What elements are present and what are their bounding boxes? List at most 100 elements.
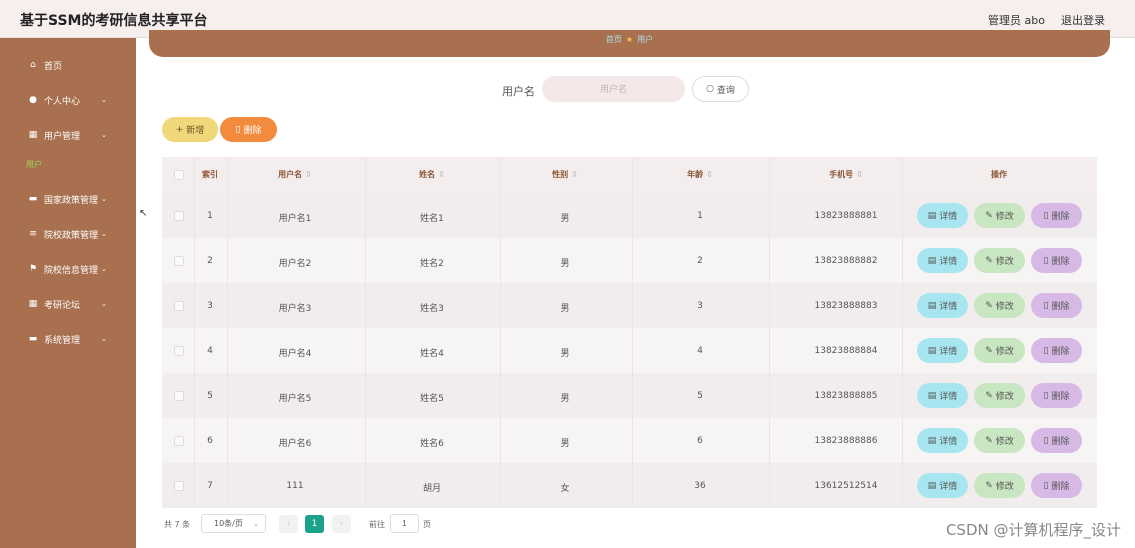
delete-button[interactable]: ▯ 删除 <box>1031 338 1082 363</box>
delete-button[interactable]: ▯ 删除 <box>1031 248 1082 273</box>
sidebar-item-0[interactable]: ⌂ 首页 <box>0 53 136 77</box>
search-input[interactable] <box>542 76 685 102</box>
detail-button[interactable]: ▤ 详情 <box>917 338 968 363</box>
column-header[interactable]: 索引 <box>202 169 218 180</box>
detail-icon: ▤ <box>927 435 937 446</box>
column-header[interactable]: 年龄 ⇕ <box>687 169 713 180</box>
cell-index: 4 <box>207 346 213 356</box>
column-header[interactable]: 操作 <box>991 169 1007 180</box>
doc-icon: ▬ <box>28 194 38 204</box>
edit-icon: ✎ <box>985 480 993 491</box>
edit-button[interactable]: ✎ 修改 <box>974 293 1025 318</box>
sidebar-item-label: 考研论坛 <box>44 300 81 311</box>
edit-button[interactable]: ✎ 修改 <box>974 473 1025 498</box>
breadcrumb-current: 用户 <box>637 35 654 44</box>
detail-button-label: 详情 <box>939 212 958 222</box>
breadcrumb: 首页 ★ 用户 <box>149 34 1110 45</box>
row-checkbox[interactable] <box>174 256 184 266</box>
delete-button[interactable]: ▯ 删除 <box>1031 428 1082 453</box>
cell-phone: 13823888886 <box>814 436 878 446</box>
cell-phone: 13823888881 <box>814 211 878 221</box>
sidebar-item-2[interactable]: ▦ 用户管理 ⌄ <box>0 123 136 147</box>
goto-page-input[interactable] <box>390 514 419 533</box>
column-header[interactable]: 姓名 ⇕ <box>419 169 445 180</box>
current-user[interactable]: 管理员 abo <box>988 12 1045 28</box>
search-label: 用户名 <box>502 85 535 98</box>
user-table: 索引 用户名 ⇕ 姓名 ⇕ 性别 ⇕ 年龄 ⇕ 手机号 ⇕ 操作 1 用户名1 姓名1 男 1 13823888… <box>162 157 1097 508</box>
star-icon: ★ <box>625 35 634 44</box>
app-title: 基于SSM的考研信息共享平台 <box>20 13 208 29</box>
row-checkbox[interactable] <box>174 481 184 491</box>
trash-icon: ▯ <box>235 124 241 135</box>
delete-button[interactable]: ▯ 删除 <box>1031 473 1082 498</box>
sort-icon[interactable]: ⇕ <box>706 170 713 179</box>
current-page[interactable]: 1 <box>305 515 324 533</box>
sort-icon[interactable]: ⇕ <box>305 170 312 179</box>
page-size-select[interactable]: 10条/页 ⌄ <box>201 514 266 533</box>
prev-page-button[interactable]: ‹ <box>279 515 298 533</box>
row-checkbox[interactable] <box>174 346 184 356</box>
detail-button[interactable]: ▤ 详情 <box>917 248 968 273</box>
sidebar-subitem-users[interactable]: 用户 <box>26 159 42 170</box>
cell-index: 6 <box>207 436 213 446</box>
column-header[interactable]: 手机号 ⇕ <box>829 169 863 180</box>
add-button-label: 新增 <box>186 126 205 136</box>
search-button[interactable]: ○ 查询 <box>692 76 749 102</box>
add-button[interactable]: + 新增 <box>162 117 218 142</box>
next-page-button[interactable]: › <box>332 515 351 533</box>
batch-delete-button[interactable]: ▯ 删除 <box>220 117 277 142</box>
edit-button-label: 修改 <box>995 212 1014 222</box>
edit-button-label: 修改 <box>995 482 1014 492</box>
row-checkbox[interactable] <box>174 436 184 446</box>
edit-button[interactable]: ✎ 修改 <box>974 338 1025 363</box>
table-row: 5 用户名5 姓名5 男 5 13823888885 ▤ 详情 ✎ 修改 ▯ 删除 <box>162 373 1097 418</box>
row-checkbox[interactable] <box>174 391 184 401</box>
column-divider <box>769 157 770 507</box>
sidebar-item-5[interactable]: ⚑ 院校信息管理 ⌄ <box>0 257 136 281</box>
cell-name: 姓名5 <box>420 394 444 404</box>
sidebar-item-7[interactable]: ▬ 系统管理 ⌄ <box>0 327 136 351</box>
sidebar-item-3[interactable]: ▬ 国家政策管理 ⌄ <box>0 187 136 211</box>
delete-button-label: 删除 <box>1051 392 1070 402</box>
cell-age: 5 <box>697 391 703 401</box>
column-divider <box>194 157 195 507</box>
sidebar-item-1[interactable]: ● 个人中心 ⌄ <box>0 88 136 112</box>
cell-gender: 男 <box>560 349 570 359</box>
detail-button[interactable]: ▤ 详情 <box>917 473 968 498</box>
sort-icon[interactable]: ⇕ <box>438 170 445 179</box>
chevron-down-icon: ⌄ <box>101 300 107 308</box>
cell-name: 姓名2 <box>420 259 444 269</box>
select-all-checkbox[interactable] <box>174 170 184 180</box>
cell-age: 3 <box>697 301 703 311</box>
sidebar: 用户 ⌂ 首页 ● 个人中心 ⌄ ▦ 用户管理 ⌄ ▬ 国家政策管理 ⌄ ≡ 院校政策管理 ⌄ ⚑ 院校信息管… <box>0 38 136 548</box>
sort-icon[interactable]: ⇕ <box>571 170 578 179</box>
trash-icon: ▯ <box>1043 210 1049 221</box>
sidebar-item-4[interactable]: ≡ 院校政策管理 ⌄ <box>0 222 136 246</box>
sidebar-item-6[interactable]: ▦ 考研论坛 ⌄ <box>0 292 136 316</box>
delete-button[interactable]: ▯ 删除 <box>1031 383 1082 408</box>
plus-icon: + <box>175 124 184 135</box>
detail-button[interactable]: ▤ 详情 <box>917 428 968 453</box>
delete-button[interactable]: ▯ 删除 <box>1031 203 1082 228</box>
edit-button[interactable]: ✎ 修改 <box>974 428 1025 453</box>
sidebar-item-label: 国家政策管理 <box>44 195 99 206</box>
column-header-label: 手机号 <box>829 170 854 179</box>
detail-button[interactable]: ▤ 详情 <box>917 203 968 228</box>
edit-button[interactable]: ✎ 修改 <box>974 203 1025 228</box>
delete-button[interactable]: ▯ 删除 <box>1031 293 1082 318</box>
row-checkbox[interactable] <box>174 301 184 311</box>
edit-button[interactable]: ✎ 修改 <box>974 383 1025 408</box>
edit-button[interactable]: ✎ 修改 <box>974 248 1025 273</box>
row-checkbox[interactable] <box>174 211 184 221</box>
sort-icon[interactable]: ⇕ <box>856 170 863 179</box>
column-header[interactable]: 用户名 ⇕ <box>278 169 312 180</box>
sidebar-item-label: 个人中心 <box>44 96 81 107</box>
detail-button[interactable]: ▤ 详情 <box>917 293 968 318</box>
column-divider <box>365 157 366 507</box>
column-header[interactable]: 性别 ⇕ <box>552 169 578 180</box>
detail-icon: ▤ <box>927 345 937 356</box>
list-icon: ≡ <box>29 229 37 239</box>
detail-button[interactable]: ▤ 详情 <box>917 383 968 408</box>
breadcrumb-home[interactable]: 首页 <box>606 35 622 44</box>
logout-link[interactable]: 退出登录 <box>1061 12 1105 28</box>
